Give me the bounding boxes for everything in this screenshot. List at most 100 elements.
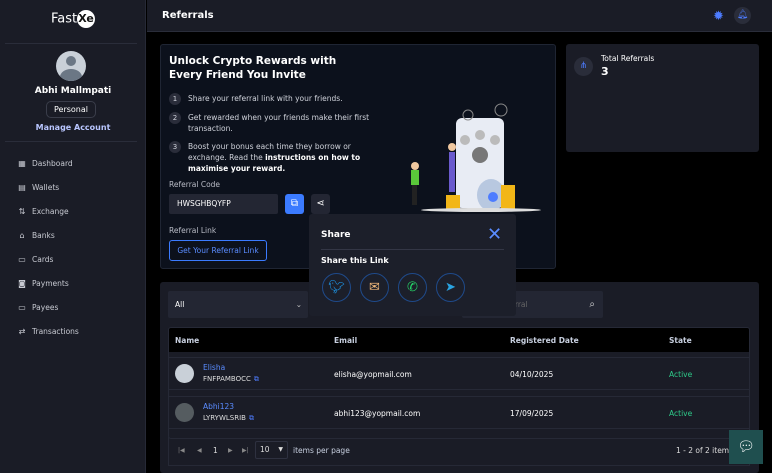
payees-icon: ▭ bbox=[18, 302, 26, 312]
column-header[interactable]: Email bbox=[334, 336, 357, 345]
manage-account-link[interactable]: Manage Account bbox=[0, 123, 146, 132]
referral-code: FNFPAMBOCC ⧉ bbox=[203, 375, 259, 384]
total-referrals-card: ⋔ Total Referrals 3 bbox=[566, 44, 759, 152]
step-number: 1 bbox=[169, 93, 181, 105]
prev-page-icon[interactable]: ◀ bbox=[197, 447, 202, 454]
copy-icon: ⧉ bbox=[290, 198, 299, 209]
sidebar-item-label: Payments bbox=[32, 279, 69, 288]
table-row: Elisha FNFPAMBOCC ⧉ elisha@yopmail.com 04… bbox=[169, 357, 749, 390]
chevron-down-icon: ⌄ bbox=[295, 300, 302, 309]
column-header[interactable]: State bbox=[669, 336, 692, 345]
avatar bbox=[175, 364, 194, 383]
sidebar-item-banks[interactable]: ⌂ Banks bbox=[18, 231, 55, 240]
sidebar-item-payments[interactable]: ◙ Payments bbox=[18, 279, 69, 288]
close-icon[interactable]: ✕ bbox=[487, 224, 502, 245]
promo-title: Unlock Crypto Rewards with Every Friend … bbox=[169, 55, 337, 81]
column-header[interactable]: Registered Date bbox=[510, 336, 579, 345]
chat-bubble-icon: 💬︎ bbox=[737, 439, 755, 455]
table-row: Abhi123 LYRYWLSRIB ⧉ abhi123@yopmail.com … bbox=[169, 396, 749, 429]
share-icon: ⋖ bbox=[316, 198, 325, 209]
referral-code-field: HWSGHBQYFP bbox=[169, 194, 278, 214]
user-name: Abhi Mallmpati bbox=[34, 86, 112, 96]
sidebar-item-label: Dashboard bbox=[32, 159, 73, 168]
referrals-table: Name Email Registered Date State Elisha … bbox=[168, 327, 750, 439]
dashboard-icon: ▦ bbox=[18, 158, 26, 168]
theme-toggle-sun-icon[interactable]: ✹ bbox=[713, 9, 724, 24]
transactions-icon: ⇄ bbox=[18, 326, 26, 336]
date-cell: 17/09/2025 bbox=[510, 409, 554, 418]
sidebar-item-dashboard[interactable]: ▦ Dashboard bbox=[18, 158, 73, 168]
code-text: LYRYWLSRIB bbox=[203, 414, 246, 422]
twitter-icon[interactable]: 🐦︎ bbox=[322, 273, 351, 302]
email-cell: abhi123@yopmail.com bbox=[334, 409, 421, 418]
step-3: 3 Boost your bonus each time they borrow … bbox=[169, 141, 374, 174]
step-number: 2 bbox=[169, 112, 181, 124]
step-text: Share your referral link with your frien… bbox=[188, 94, 343, 103]
referral-name-link[interactable]: Elisha bbox=[203, 363, 225, 372]
divider bbox=[5, 141, 137, 142]
share-button[interactable]: ⋖ bbox=[311, 194, 330, 214]
sidebar-item-label: Wallets bbox=[32, 183, 60, 192]
get-referral-link-button[interactable]: Get Your Referral Link bbox=[169, 240, 267, 261]
sidebar-item-wallets[interactable]: ▤ Wallets bbox=[18, 183, 59, 192]
last-page-icon[interactable]: ▶| bbox=[242, 447, 249, 454]
column-header[interactable]: Name bbox=[175, 336, 199, 345]
copy-icon[interactable]: ⧉ bbox=[249, 414, 254, 422]
sidebar-item-label: Cards bbox=[32, 255, 54, 264]
chat-widget-button[interactable]: 💬︎ bbox=[729, 430, 763, 464]
sidebar-item-exchange[interactable]: ⇅ Exchange bbox=[18, 207, 69, 216]
exchange-icon: ⇅ bbox=[18, 206, 26, 216]
next-page-icon[interactable]: ▶ bbox=[228, 447, 233, 454]
referral-name-link[interactable]: Abhi123 bbox=[203, 402, 234, 411]
share-subtitle: Share this Link bbox=[321, 256, 389, 265]
sidebar-item-payees[interactable]: ▭ Payees bbox=[18, 303, 58, 312]
first-page-icon[interactable]: |◀ bbox=[178, 447, 185, 454]
cards-icon: ▭ bbox=[18, 254, 26, 264]
sidebar: FastXe Abhi Mallmpati Personal Manage Ac… bbox=[0, 0, 146, 473]
sidebar-item-label: Banks bbox=[32, 231, 55, 240]
whatsapp-icon[interactable]: ✆ bbox=[398, 273, 427, 302]
referral-code-label: Referral Code bbox=[169, 180, 221, 189]
referral-link-label: Referral Link bbox=[169, 226, 217, 235]
sidebar-item-label: Transactions bbox=[32, 327, 79, 336]
share-title: Share bbox=[321, 230, 351, 240]
notification-bell-icon[interactable]: 🔔︎ bbox=[734, 7, 751, 24]
referral-illustration bbox=[411, 103, 541, 212]
step-1: 1 Share your referral link with your frie… bbox=[169, 93, 374, 105]
sidebar-item-cards[interactable]: ▭ Cards bbox=[18, 255, 53, 264]
referral-network-icon: ⋔ bbox=[574, 57, 593, 76]
total-referrals-label: Total Referrals bbox=[601, 54, 655, 63]
logo-text: Fast bbox=[50, 11, 78, 27]
avatar bbox=[175, 403, 194, 422]
pagination: |◀ ◀ 1 ▶ ▶| 10 ▼ items per page 1 - 2 of … bbox=[168, 437, 750, 466]
logo[interactable]: FastXe bbox=[0, 10, 146, 28]
referral-code: LYRYWLSRIB ⧉ bbox=[203, 414, 254, 423]
search-icon[interactable]: ⌕ bbox=[589, 291, 595, 318]
filter-value: All bbox=[175, 300, 185, 309]
state-cell: Active bbox=[669, 409, 693, 418]
sidebar-item-transactions[interactable]: ⇄ Transactions bbox=[18, 327, 79, 336]
divider bbox=[5, 43, 137, 44]
header: Referrals ✹ 🔔︎ bbox=[147, 0, 772, 32]
sidebar-item-label: Exchange bbox=[32, 207, 69, 216]
total-referrals-value: 3 bbox=[601, 65, 609, 78]
payments-icon: ◙ bbox=[18, 278, 26, 288]
share-popup: Share ✕ Share this Link 🐦︎ ✉ ✆ ➤ bbox=[309, 214, 516, 316]
step-number: 3 bbox=[169, 141, 181, 153]
account-type-badge: Personal bbox=[46, 101, 96, 118]
telegram-icon[interactable]: ➤ bbox=[436, 273, 465, 302]
date-cell: 04/10/2025 bbox=[510, 370, 554, 379]
status-filter-select[interactable]: All ⌄ bbox=[168, 291, 308, 318]
state-cell: Active bbox=[669, 370, 693, 379]
email-cell: elisha@yopmail.com bbox=[334, 370, 412, 379]
divider bbox=[321, 249, 504, 250]
copy-icon[interactable]: ⧉ bbox=[254, 375, 259, 383]
per-page-select[interactable]: 10 ▼ bbox=[255, 441, 288, 459]
current-page[interactable]: 1 bbox=[213, 446, 218, 455]
page-title: Referrals bbox=[162, 10, 214, 21]
email-icon[interactable]: ✉ bbox=[360, 273, 389, 302]
page-range: 1 - 2 of 2 items bbox=[676, 446, 734, 455]
per-page-label: items per page bbox=[293, 446, 350, 455]
copy-code-button[interactable]: ⧉ bbox=[285, 194, 304, 214]
sidebar-item-label: Payees bbox=[32, 303, 59, 312]
